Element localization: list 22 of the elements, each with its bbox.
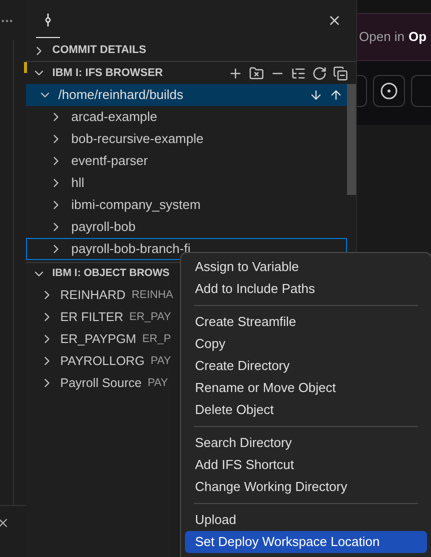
- item-label: REINHARD: [60, 286, 126, 304]
- item-label: ER_PAYPGM: [60, 330, 136, 348]
- section-title: IBM I: OBJECT BROWS: [52, 266, 170, 281]
- folder-name: payroll-bob-branch-fi: [71, 240, 190, 258]
- folder-name: payroll-bob: [71, 218, 136, 236]
- item-description: ER_P: [142, 332, 171, 347]
- item-label: ER FILTER: [60, 308, 124, 326]
- folder-name: eventf-parser: [71, 152, 148, 170]
- section-title: COMMIT DETAILS: [52, 43, 146, 58]
- folder-name: ibmi-company_system: [71, 196, 201, 214]
- folder-name: bob-recursive-example: [71, 130, 204, 148]
- item-label: PAYROLLORG: [60, 352, 145, 370]
- folder-path: /home/reinhard/builds: [58, 86, 184, 104]
- banner-text: Open in: [359, 28, 405, 46]
- folder-name: hll: [71, 174, 84, 192]
- item-description: ER_PAY: [129, 310, 172, 325]
- item-description: REINHA: [132, 288, 174, 303]
- item-description: PAY: [148, 376, 168, 391]
- section-title: IBM I: IFS BROWSER: [52, 66, 164, 81]
- item-description: PAY: [150, 354, 171, 369]
- folder-name: arcad-example: [71, 108, 158, 126]
- item-label: Payroll Source: [60, 374, 142, 392]
